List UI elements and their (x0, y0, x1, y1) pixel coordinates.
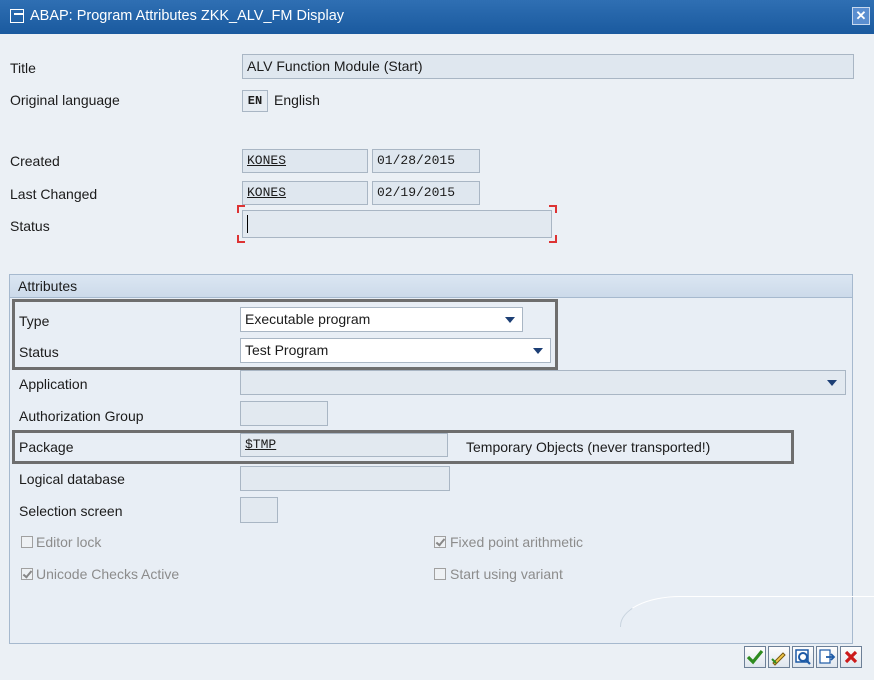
status-input[interactable] (242, 210, 552, 238)
authorization-group-label: Authorization Group (19, 408, 144, 424)
fixed-point-checkbox[interactable] (434, 536, 446, 548)
program-status-label: Status (19, 344, 59, 360)
last-changed-label: Last Changed (10, 186, 98, 202)
edit-button[interactable] (768, 646, 790, 668)
display-icon (795, 649, 811, 665)
created-label: Created (10, 153, 60, 169)
display-button[interactable] (792, 646, 814, 668)
program-icon (10, 9, 24, 23)
logical-database-field[interactable] (240, 466, 450, 491)
application-dropdown[interactable] (240, 370, 846, 395)
program-status-value: Test Program (245, 342, 329, 358)
created-date-field[interactable]: 01/28/2015 (372, 149, 480, 173)
selection-screen-label: Selection screen (19, 503, 123, 519)
attributes-title: Attributes (18, 278, 78, 294)
package-field[interactable]: $TMP (240, 433, 448, 457)
title-label: Title (10, 60, 36, 76)
changed-date-field[interactable]: 02/19/2015 (372, 181, 480, 205)
changed-user-field[interactable]: KONES (242, 181, 368, 205)
logical-database-label: Logical database (19, 471, 125, 487)
unicode-checks-label: Unicode Checks Active (36, 566, 180, 582)
text-cursor (247, 215, 248, 233)
created-user-field[interactable]: KONES (242, 149, 368, 173)
focus-corner-tl (237, 205, 245, 213)
type-dropdown[interactable]: Executable program (240, 307, 523, 332)
application-label: Application (19, 376, 88, 392)
authorization-group-field[interactable] (240, 401, 328, 426)
editor-lock-label: Editor lock (36, 534, 102, 550)
title-field[interactable]: ALV Function Module (Start) (242, 54, 854, 79)
chevron-down-icon (827, 380, 837, 386)
chevron-down-icon (533, 348, 543, 354)
language-code[interactable]: EN (242, 90, 268, 112)
check-button[interactable] (744, 646, 766, 668)
status-label: Status (10, 218, 50, 234)
window-titlebar: ABAP: Program Attributes ZKK_ALV_FM Disp… (0, 0, 874, 34)
selection-screen-field[interactable] (240, 497, 278, 523)
focus-corner-tr (549, 205, 557, 213)
window-title: ABAP: Program Attributes ZKK_ALV_FM Disp… (30, 8, 345, 24)
unicode-checks-checkbox[interactable] (21, 568, 33, 580)
check-icon (746, 649, 764, 665)
language-name: English (274, 92, 320, 108)
type-label: Type (19, 313, 50, 329)
attributes-header: Attributes (10, 275, 852, 298)
start-variant-label: Start using variant (450, 566, 563, 582)
focus-corner-bl (237, 235, 245, 243)
cancel-button[interactable] (840, 646, 862, 668)
original-language-label: Original language (10, 92, 120, 108)
main-content: Title ALV Function Module (Start) Origin… (0, 34, 874, 680)
navigate-icon (819, 649, 836, 664)
close-icon[interactable]: ✕ (852, 7, 870, 25)
navigate-button[interactable] (816, 646, 838, 668)
package-label: Package (19, 439, 74, 455)
package-description: Temporary Objects (never transported!) (466, 439, 711, 455)
cancel-icon (844, 650, 858, 664)
program-status-dropdown[interactable]: Test Program (240, 338, 551, 363)
edit-icon (771, 652, 786, 666)
chevron-down-icon (505, 317, 515, 323)
focus-corner-br (549, 235, 557, 243)
type-value: Executable program (245, 311, 371, 327)
editor-lock-checkbox[interactable] (21, 536, 33, 548)
fixed-point-label: Fixed point arithmetic (450, 534, 584, 550)
toolbar-curve (620, 596, 874, 627)
start-variant-checkbox[interactable] (434, 568, 446, 580)
